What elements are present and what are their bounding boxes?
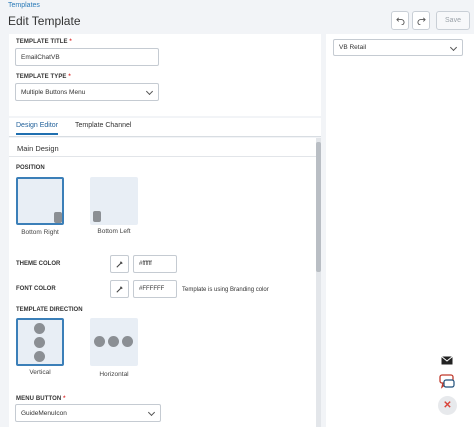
menu-button-label: MENU BUTTON * bbox=[16, 396, 66, 402]
menu-dot bbox=[94, 336, 105, 347]
menu-button-value: GuideMenuIcon bbox=[21, 409, 67, 417]
position-marker bbox=[54, 212, 62, 223]
template-type-value: Multiple Buttons Menu bbox=[21, 88, 86, 96]
font-color-picker-button[interactable] bbox=[110, 280, 129, 298]
brand-select-value: VB Retail bbox=[339, 44, 367, 51]
font-color-input[interactable]: #FFFFFF bbox=[133, 280, 177, 298]
redo-icon bbox=[417, 17, 426, 25]
eyedropper-icon bbox=[116, 285, 123, 293]
position-option-bottom-left[interactable] bbox=[90, 177, 138, 225]
close-icon[interactable]: ✕ bbox=[438, 396, 457, 415]
position-marker bbox=[93, 211, 101, 222]
branding-color-note: Template is using Branding color bbox=[182, 287, 269, 293]
direction-caption-horizontal: Horizontal bbox=[99, 371, 129, 378]
page-header: Templates Edit Template Save bbox=[0, 0, 474, 34]
position-label: POSITION bbox=[16, 165, 45, 171]
template-title-label: TEMPLATE TITLE * bbox=[16, 39, 72, 45]
font-color-label: FONT COLOR bbox=[16, 286, 56, 292]
template-title-label-text: TEMPLATE TITLE bbox=[16, 39, 68, 45]
menu-button-label-text: MENU BUTTON bbox=[16, 396, 62, 402]
undo-icon bbox=[395, 17, 404, 25]
position-caption-bottom-left: Bottom Left bbox=[97, 228, 131, 235]
page-title: Edit Template bbox=[8, 14, 81, 28]
menu-dot bbox=[108, 336, 119, 347]
template-type-select[interactable]: Multiple Buttons Menu bbox=[15, 83, 159, 101]
theme-color-label: THEME COLOR bbox=[16, 261, 61, 267]
template-title-input[interactable]: EmailChatVB bbox=[15, 48, 159, 66]
tab-template-channel[interactable]: Template Channel bbox=[75, 122, 131, 129]
required-mark: * bbox=[68, 74, 71, 80]
theme-color-input[interactable]: #ffffff bbox=[133, 255, 177, 273]
chevron-down-icon bbox=[449, 43, 458, 52]
eyedropper-icon bbox=[116, 260, 123, 268]
tab-design-editor[interactable]: Design Editor bbox=[16, 122, 59, 135]
chevron-down-icon bbox=[147, 408, 156, 417]
menu-dot bbox=[34, 323, 45, 334]
save-button[interactable]: Save bbox=[436, 11, 470, 30]
template-direction-label: TEMPLATE DIRECTION bbox=[16, 307, 83, 313]
undo-button[interactable] bbox=[391, 11, 409, 30]
chevron-down-icon bbox=[145, 87, 154, 96]
breadcrumb[interactable]: Templates bbox=[8, 2, 40, 9]
required-mark: * bbox=[63, 396, 66, 402]
position-caption-bottom-right: Bottom Right bbox=[21, 229, 59, 236]
menu-dot bbox=[122, 336, 133, 347]
direction-option-horizontal[interactable] bbox=[90, 318, 138, 366]
menu-button-select[interactable]: GuideMenuIcon bbox=[15, 404, 161, 422]
theme-color-picker-button[interactable] bbox=[110, 255, 129, 273]
position-option-bottom-right[interactable] bbox=[16, 177, 64, 225]
chat-icon[interactable] bbox=[439, 374, 455, 389]
panel-scrollbar-thumb[interactable] bbox=[316, 142, 321, 272]
main-design-heading: Main Design bbox=[17, 144, 59, 153]
template-type-label: TEMPLATE TYPE * bbox=[16, 74, 71, 80]
template-type-label-text: TEMPLATE TYPE bbox=[16, 74, 67, 80]
direction-caption-vertical: Vertical bbox=[29, 369, 51, 376]
redo-button[interactable] bbox=[412, 11, 430, 30]
brand-select[interactable]: VB Retail bbox=[333, 39, 463, 56]
section-divider bbox=[9, 156, 316, 157]
preview-panel bbox=[326, 34, 474, 427]
direction-option-vertical[interactable] bbox=[16, 318, 64, 366]
menu-dot bbox=[34, 351, 45, 362]
editor-tabs: Design Editor Template Channel bbox=[9, 118, 321, 137]
menu-dot bbox=[34, 337, 45, 348]
required-mark: * bbox=[69, 39, 72, 45]
mail-icon[interactable] bbox=[441, 356, 453, 365]
